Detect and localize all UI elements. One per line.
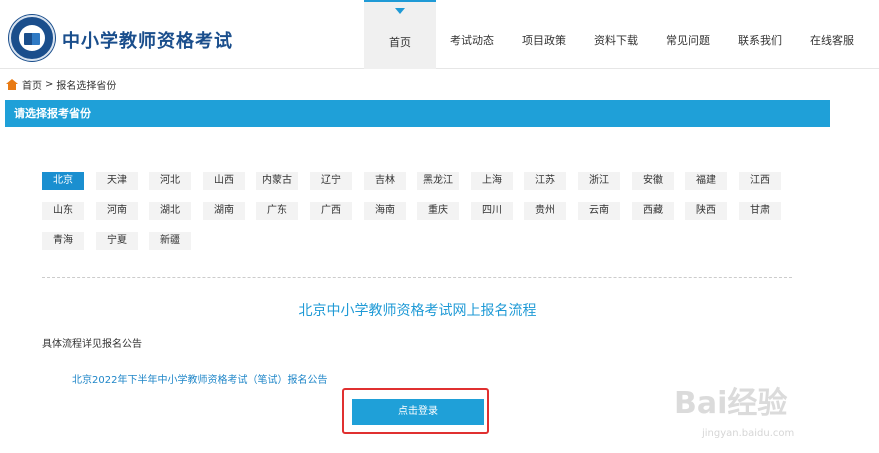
province-button[interactable]: 陕西 bbox=[685, 202, 727, 220]
province-button[interactable]: 上海 bbox=[471, 172, 513, 190]
nav-item-downloads[interactable]: 资料下载 bbox=[580, 0, 652, 69]
nav-label: 项目政策 bbox=[522, 34, 566, 47]
province-button[interactable]: 安徽 bbox=[632, 172, 674, 190]
nav-label: 首页 bbox=[389, 36, 411, 49]
province-button[interactable]: 云南 bbox=[578, 202, 620, 220]
province-button[interactable]: 甘肃 bbox=[739, 202, 781, 220]
watermark: Bai经验 jingyan.baidu.com bbox=[674, 378, 874, 448]
province-button[interactable]: 广西 bbox=[310, 202, 352, 220]
breadcrumb-home-link[interactable]: 首页 bbox=[22, 77, 42, 92]
province-button[interactable]: 黑龙江 bbox=[417, 172, 459, 190]
nav-label: 联系我们 bbox=[738, 34, 782, 47]
province-button[interactable]: 贵州 bbox=[524, 202, 566, 220]
province-button[interactable]: 北京 bbox=[42, 172, 84, 190]
flow-title: 北京中小学教师资格考试网上报名流程 bbox=[298, 303, 537, 319]
breadcrumb: 首页 > 报名选择省份 bbox=[6, 77, 117, 92]
province-button[interactable]: 内蒙古 bbox=[256, 172, 298, 190]
province-button[interactable]: 宁夏 bbox=[96, 232, 138, 250]
province-button[interactable]: 湖南 bbox=[203, 202, 245, 220]
province-button[interactable]: 吉林 bbox=[364, 172, 406, 190]
province-button[interactable]: 河北 bbox=[149, 172, 191, 190]
home-icon bbox=[6, 78, 18, 90]
login-button[interactable]: 点击登录 bbox=[352, 399, 484, 425]
nav-item-contact[interactable]: 联系我们 bbox=[724, 0, 796, 69]
province-button[interactable]: 西藏 bbox=[632, 202, 674, 220]
nav-item-online-service[interactable]: 在线客服 bbox=[796, 0, 868, 69]
province-button[interactable]: 湖北 bbox=[149, 202, 191, 220]
province-button[interactable]: 海南 bbox=[364, 202, 406, 220]
nav-label: 资料下载 bbox=[594, 34, 638, 47]
province-button[interactable]: 山西 bbox=[203, 172, 245, 190]
site-header: 中小学教师资格考试 首页 考试动态 项目政策 资料下载 常见问题 联系我们 在线… bbox=[0, 0, 879, 69]
watermark-url: jingyan.baidu.com bbox=[702, 428, 795, 439]
site-title[interactable]: 中小学教师资格考试 bbox=[62, 27, 233, 53]
divider bbox=[42, 277, 792, 278]
province-button[interactable]: 广东 bbox=[256, 202, 298, 220]
nav-item-home[interactable]: 首页 bbox=[364, 0, 436, 69]
nav-item-exam-news[interactable]: 考试动态 bbox=[436, 0, 508, 69]
watermark-logo: Bai经验 bbox=[674, 386, 788, 421]
nav-label: 常见问题 bbox=[666, 34, 710, 47]
nav-label: 考试动态 bbox=[450, 34, 494, 47]
province-button[interactable]: 河南 bbox=[96, 202, 138, 220]
nav-item-faq[interactable]: 常见问题 bbox=[652, 0, 724, 69]
active-indicator-icon bbox=[395, 8, 405, 14]
breadcrumb-separator: > bbox=[45, 78, 54, 90]
province-button[interactable]: 四川 bbox=[471, 202, 513, 220]
province-button[interactable]: 辽宁 bbox=[310, 172, 352, 190]
main-nav: 首页 考试动态 项目政策 资料下载 常见问题 联系我们 在线客服 bbox=[364, 0, 868, 69]
notice-link[interactable]: 北京2022年下半年中小学教师资格考试（笔试）报名公告 bbox=[72, 371, 327, 386]
breadcrumb-current: 报名选择省份 bbox=[56, 80, 117, 92]
province-button[interactable]: 新疆 bbox=[149, 232, 191, 250]
province-button[interactable]: 山东 bbox=[42, 202, 84, 220]
province-button[interactable]: 福建 bbox=[685, 172, 727, 190]
nav-label: 在线客服 bbox=[810, 34, 854, 47]
province-button[interactable]: 江苏 bbox=[524, 172, 566, 190]
province-button[interactable]: 浙江 bbox=[578, 172, 620, 190]
section-title-bar: 请选择报考省份 bbox=[5, 100, 830, 127]
province-button[interactable]: 青海 bbox=[42, 232, 84, 250]
site-logo-icon[interactable] bbox=[9, 15, 55, 61]
detail-note: 具体流程详见报名公告 bbox=[42, 339, 142, 350]
province-button[interactable]: 江西 bbox=[739, 172, 781, 190]
province-button[interactable]: 天津 bbox=[96, 172, 138, 190]
province-button[interactable]: 重庆 bbox=[417, 202, 459, 220]
nav-item-policy[interactable]: 项目政策 bbox=[508, 0, 580, 69]
